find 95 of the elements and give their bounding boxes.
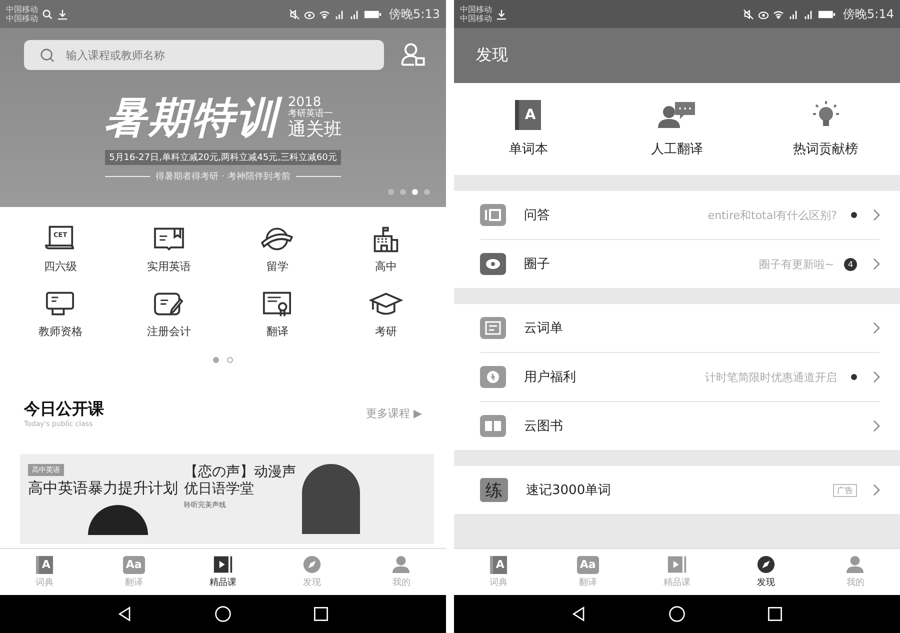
- category-item[interactable]: 考研: [332, 290, 440, 339]
- wifi-icon: [773, 8, 784, 20]
- video-icon: [667, 555, 687, 574]
- category-item[interactable]: 实用英语: [114, 225, 223, 274]
- banner-tagline: 得暑期者得考研 · 考神陪伴到考前: [156, 170, 290, 183]
- translate-icon: Aa: [122, 556, 145, 574]
- course-title: 【恋の声】动漫声优日语学堂: [184, 464, 296, 498]
- carrier-name: 中国移动: [6, 5, 38, 14]
- nav-tab[interactable]: 发现: [722, 549, 811, 595]
- page-dot[interactable]: [213, 357, 219, 363]
- mute-icon: [743, 8, 754, 20]
- signal-icon: [349, 8, 360, 20]
- search-field[interactable]: 输入课程或教师名称: [24, 40, 384, 70]
- section-title: 今日公开课: [24, 399, 104, 420]
- course-title: 高中英语暴力提升计划: [28, 479, 178, 498]
- carrier-name: 中国移动: [6, 14, 38, 23]
- compass-icon: [756, 555, 776, 574]
- category-item[interactable]: 教师资格: [6, 290, 114, 339]
- list-row[interactable]: 圈子 圈子有更新啦~ 4: [480, 240, 880, 288]
- nav-tab[interactable]: A 词典: [454, 549, 544, 595]
- glyph-icon: 练: [480, 478, 508, 502]
- banner-title: 暑期特训: [104, 90, 280, 146]
- clock-time: 傍晚5:14: [843, 6, 894, 22]
- list-row[interactable]: 问答 entire和total有什么区别?: [480, 191, 880, 240]
- category-item[interactable]: 翻译: [223, 290, 332, 339]
- page-title: 发现: [476, 45, 508, 66]
- planet-icon: [260, 225, 294, 253]
- signal-icon: [788, 8, 800, 20]
- carousel-dot[interactable]: [424, 189, 430, 195]
- compass-icon: [302, 555, 322, 574]
- search-icon: [42, 8, 53, 20]
- home-icon[interactable]: [214, 605, 232, 623]
- row-detail: 计时笔简限时优惠通道开启: [705, 370, 837, 384]
- banner-year: 2018: [288, 96, 322, 110]
- book-icon: [152, 225, 186, 253]
- mute-icon: [289, 8, 300, 20]
- carousel-dot[interactable]: [388, 189, 394, 195]
- carrier-name: 中国移动: [460, 5, 492, 14]
- translate-icon: Aa: [576, 556, 599, 574]
- ad-label: 广告: [833, 484, 857, 496]
- list-row[interactable]: 云图书: [480, 402, 880, 450]
- nav-tab[interactable]: A 词典: [0, 549, 90, 595]
- dictionary-icon: A: [490, 556, 508, 574]
- chevron-icon: [873, 484, 880, 496]
- user-icon[interactable]: [400, 42, 426, 68]
- row-detail: 圈子有更新啦~: [758, 256, 834, 272]
- carousel-dot[interactable]: [400, 189, 406, 195]
- battery-icon: [818, 10, 836, 18]
- video-icon: [213, 555, 233, 574]
- category-item[interactable]: 注册会计: [114, 290, 223, 339]
- shortcut-item[interactable]: 人工翻译: [602, 100, 752, 158]
- chevron-icon: [873, 322, 880, 334]
- carrier-name: 中国移动: [460, 14, 492, 23]
- download-icon: [57, 8, 68, 20]
- nav-tab[interactable]: 精品课: [178, 549, 268, 595]
- open-book-icon: [480, 415, 506, 437]
- list-row[interactable]: 用户福利 计时笔简限时优惠通道开启: [480, 353, 880, 402]
- eye-icon: [304, 8, 316, 20]
- category-item[interactable]: 高中: [332, 225, 440, 274]
- list-row[interactable]: 云词单: [480, 304, 880, 353]
- banner-promo: 5月16-27日,单科立减20元,两科立减45元,三科立减60元: [105, 150, 341, 165]
- search-icon: [40, 48, 55, 63]
- row-detail: entire和total有什么区别?: [708, 208, 837, 222]
- banner-subtitle: 考研英语一: [288, 110, 334, 120]
- chevron-icon: [873, 420, 880, 432]
- recents-icon[interactable]: [312, 605, 330, 623]
- carousel-dot[interactable]: [412, 189, 418, 195]
- eye-icon: [758, 8, 770, 20]
- recents-icon[interactable]: [766, 605, 784, 623]
- shortcut-item[interactable]: 热词贡献榜: [751, 100, 900, 158]
- signal-icon: [334, 8, 346, 20]
- dictionary-icon: A: [36, 556, 54, 574]
- banner-course: 通关班: [288, 120, 342, 140]
- category-item[interactable]: 留学: [223, 225, 332, 274]
- photo-placeholder: [302, 464, 360, 534]
- signal-icon: [803, 8, 814, 20]
- home-icon[interactable]: [668, 605, 686, 623]
- list-icon: [480, 317, 506, 339]
- person-icon: [845, 555, 866, 574]
- chevron-icon: [873, 209, 880, 221]
- clock-time: 傍晚5:13: [389, 6, 440, 22]
- page-dot[interactable]: [227, 357, 233, 363]
- coin-icon: [480, 366, 506, 388]
- wifi-icon: [319, 8, 330, 20]
- chat-people-icon: [657, 100, 697, 130]
- card-pen-icon: [152, 290, 186, 318]
- chat-box-icon: [480, 204, 506, 226]
- count-badge: 4: [844, 258, 857, 270]
- chevron-icon: [873, 371, 880, 383]
- shortcut-item[interactable]: A 单词本: [454, 100, 603, 158]
- battery-icon: [364, 10, 382, 18]
- person-icon: [391, 555, 412, 574]
- chevron-icon: [873, 258, 880, 270]
- download-icon: [496, 8, 507, 20]
- notebook-icon: A: [515, 100, 542, 130]
